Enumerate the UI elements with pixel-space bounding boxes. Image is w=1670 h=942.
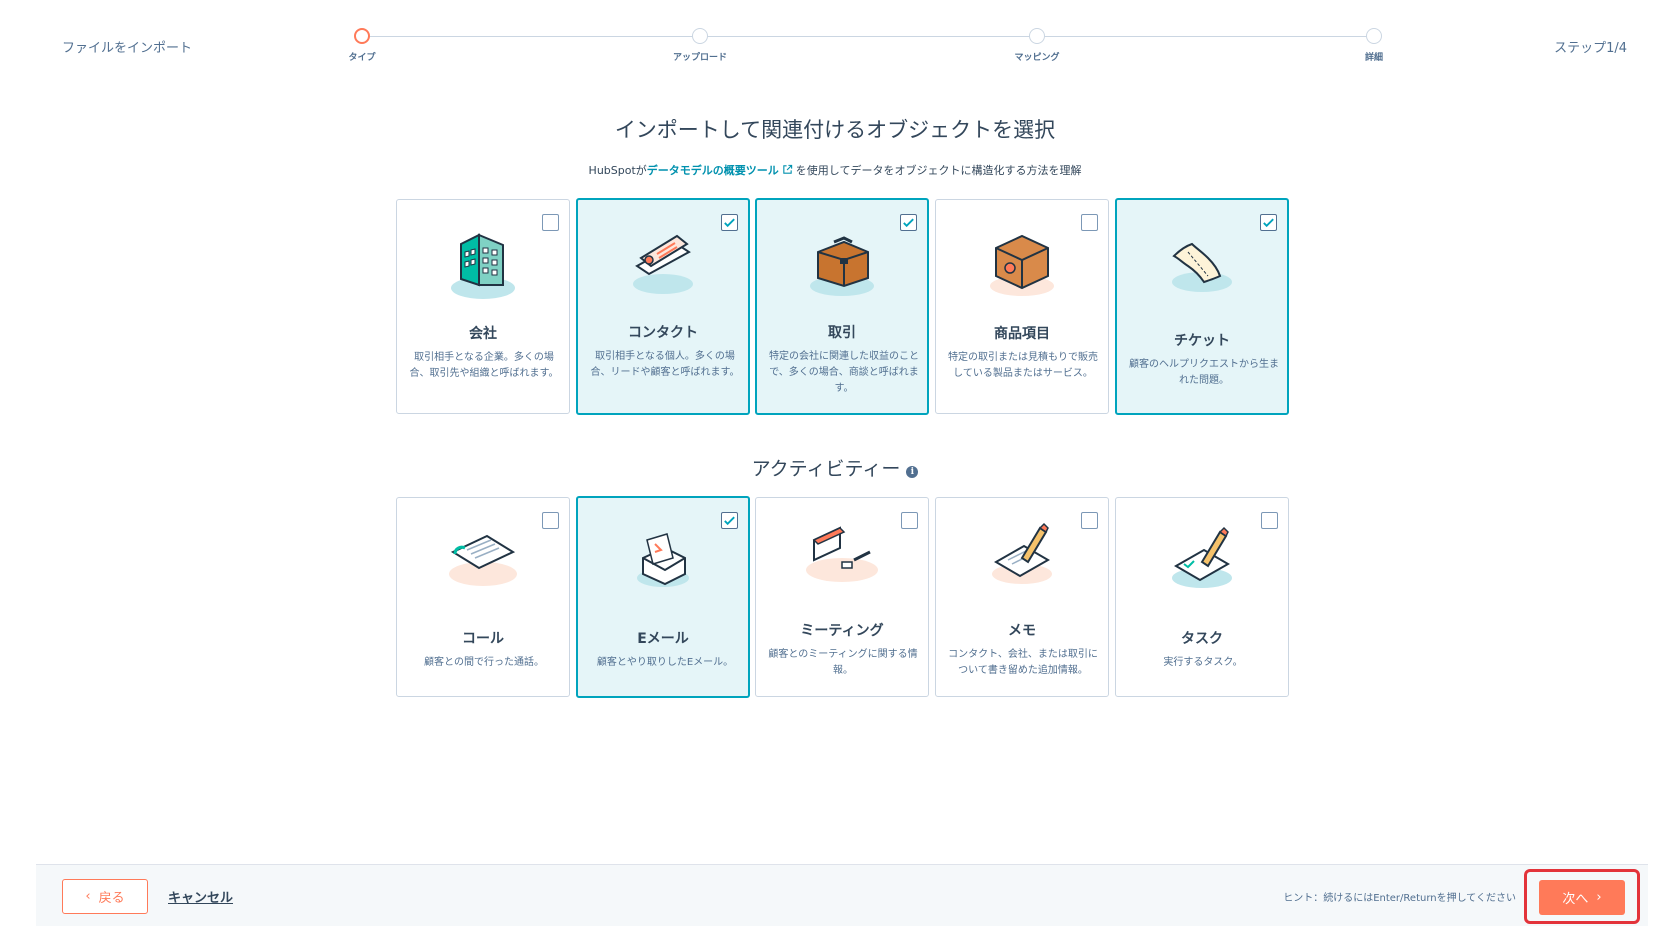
next-button[interactable]: 次へ › (1539, 880, 1625, 915)
card-title: コンタクト (628, 325, 698, 341)
stepper-track (362, 36, 1374, 37)
chevron-left-icon: ‹ (85, 889, 91, 904)
keyboard-hint: ヒント：続けるにはEnter/Returnを押してください (1283, 893, 1516, 904)
ticket-checkbox[interactable] (1260, 214, 1277, 231)
card-title: コール (462, 631, 504, 647)
data-model-overview-link[interactable]: データモデルの概要ツール (647, 164, 779, 177)
wizard-footer: ‹ 戻る キャンセル ヒント：続けるにはEnter/Returnを押してください… (36, 864, 1648, 926)
activity-card-meeting[interactable]: ミーティング 顧客とのミーティングに関する情報。 (755, 497, 929, 697)
step-label: アップロード (672, 53, 727, 63)
checkmark-icon (1263, 218, 1274, 228)
step-label: タイプ (348, 53, 376, 63)
card-description: 顧客とやり取りしたEメール。 (596, 657, 734, 668)
line-item-checkbox[interactable] (1081, 214, 1098, 231)
object-card-line-item[interactable]: 商品項目 特定の取引または見積もりで販売している製品またはサービス。 (935, 199, 1109, 414)
object-card-ticket[interactable]: チケット 顧客のヘルプリクエストから生まれた問題。 (1115, 198, 1289, 415)
ticket-icon (1172, 242, 1232, 292)
activities-heading-text: アクティビティー (751, 458, 901, 480)
card-title: Eメール (637, 631, 689, 647)
task-pencil-icon (1172, 526, 1232, 588)
import-header: ファイルをインポート タイプ アップロード マッピング 詳細 ステップ1/4 (0, 0, 1670, 90)
card-title: チケット (1174, 333, 1230, 349)
card-title: タスク (1181, 631, 1223, 647)
meeting-checkbox[interactable] (901, 512, 918, 529)
checkmark-icon (724, 516, 735, 526)
next-button-label: 次へ (1562, 892, 1589, 907)
card-description: 実行するタスク。 (1163, 657, 1243, 668)
contact-card-icon (633, 234, 693, 294)
checkmark-icon (903, 218, 914, 228)
import-title: ファイルをインポート (62, 41, 193, 56)
step-indicator (692, 28, 708, 44)
activity-card-task[interactable]: タスク 実行するタスク。 (1115, 497, 1289, 697)
step-indicator (1029, 28, 1045, 44)
building-icon (451, 233, 515, 299)
step-type: タイプ (322, 28, 402, 63)
chevron-right-icon: › (1596, 890, 1602, 905)
activity-card-call[interactable]: コール 顧客との間で行った通話。 (396, 497, 570, 697)
card-description: コンタクト、会社、または取引について書き留めた追加情報。 (948, 649, 1098, 676)
phone-call-icon (449, 534, 517, 586)
card-title: メモ (1008, 623, 1036, 639)
checkmark-icon (724, 218, 735, 228)
step-label: 詳細 (1364, 53, 1383, 63)
step-details: 詳細 (1334, 28, 1414, 63)
step-counter: ステップ1/4 (1554, 41, 1627, 56)
back-button[interactable]: ‹ 戻る (62, 879, 148, 914)
call-checkbox[interactable] (542, 512, 559, 529)
card-title: 商品項目 (994, 326, 1050, 342)
task-checkbox[interactable] (1261, 512, 1278, 529)
note-pencil-icon (992, 522, 1052, 584)
note-checkbox[interactable] (1081, 512, 1098, 529)
email-envelope-icon (637, 533, 689, 587)
page-title: インポートして関連付けるオブジェクトを選択 (614, 118, 1056, 142)
external-link-icon (783, 164, 792, 174)
calendar-meeting-icon (806, 526, 878, 582)
card-description: 顧客のヘルプリクエストから生まれた問題。 (1129, 359, 1279, 386)
help-text-prefix: HubSpotが (588, 164, 647, 177)
card-title: 取引 (828, 325, 856, 341)
help-text-suffix: を使用してデータをオブジェクトに構造化する方法を理解 (795, 164, 1082, 177)
card-description: 特定の取引または見積もりで販売している製品またはサービス。 (948, 352, 1098, 379)
object-card-contact[interactable]: コンタクト 取引相手となる個人。多くの場合、リードや顧客と呼ばれます。 (576, 198, 750, 415)
activity-card-note[interactable]: メモ コンタクト、会社、または取引について書き留めた追加情報。 (935, 497, 1109, 697)
activity-card-email[interactable]: Eメール 顧客とやり取りしたEメール。 (576, 496, 750, 698)
briefcase-icon (810, 236, 874, 296)
card-title: ミーティング (800, 623, 884, 639)
card-description: 顧客とのミーティングに関する情報。 (768, 649, 918, 676)
card-description: 取引相手となる企業。多くの場合、取引先や組織と呼ばれます。 (409, 352, 559, 379)
card-description: 取引相手となる個人。多くの場合、リードや顧客と呼ばれます。 (590, 351, 740, 378)
package-box-icon (990, 234, 1054, 296)
contact-checkbox[interactable] (721, 214, 738, 231)
deal-checkbox[interactable] (900, 214, 917, 231)
step-indicator-current (354, 28, 370, 44)
back-button-label: 戻る (98, 891, 125, 906)
card-description: 特定の会社に関連した収益のことで、多くの場合、商談と呼ばれます。 (769, 351, 919, 394)
object-card-deal[interactable]: 取引 特定の会社に関連した収益のことで、多くの場合、商談と呼ばれます。 (755, 198, 929, 415)
info-icon[interactable]: i (906, 466, 919, 478)
step-mapping: マッピング (997, 28, 1077, 63)
object-card-company[interactable]: 会社 取引相手となる企業。多くの場合、取引先や組織と呼ばれます。 (396, 199, 570, 414)
activities-heading: アクティビティー i (0, 454, 1670, 481)
email-checkbox[interactable] (721, 512, 738, 529)
company-checkbox[interactable] (542, 214, 559, 231)
card-description: 顧客との間で行った通話。 (424, 657, 544, 668)
cancel-link[interactable]: キャンセル (168, 887, 233, 906)
step-upload: アップロード (660, 28, 740, 63)
card-title: 会社 (469, 326, 497, 342)
data-model-help-text: HubSpotがデータモデルの概要ツール を使用してデータをオブジェクトに構造化す… (0, 162, 1670, 178)
step-indicator (1366, 28, 1382, 44)
step-label: マッピング (1014, 53, 1060, 63)
